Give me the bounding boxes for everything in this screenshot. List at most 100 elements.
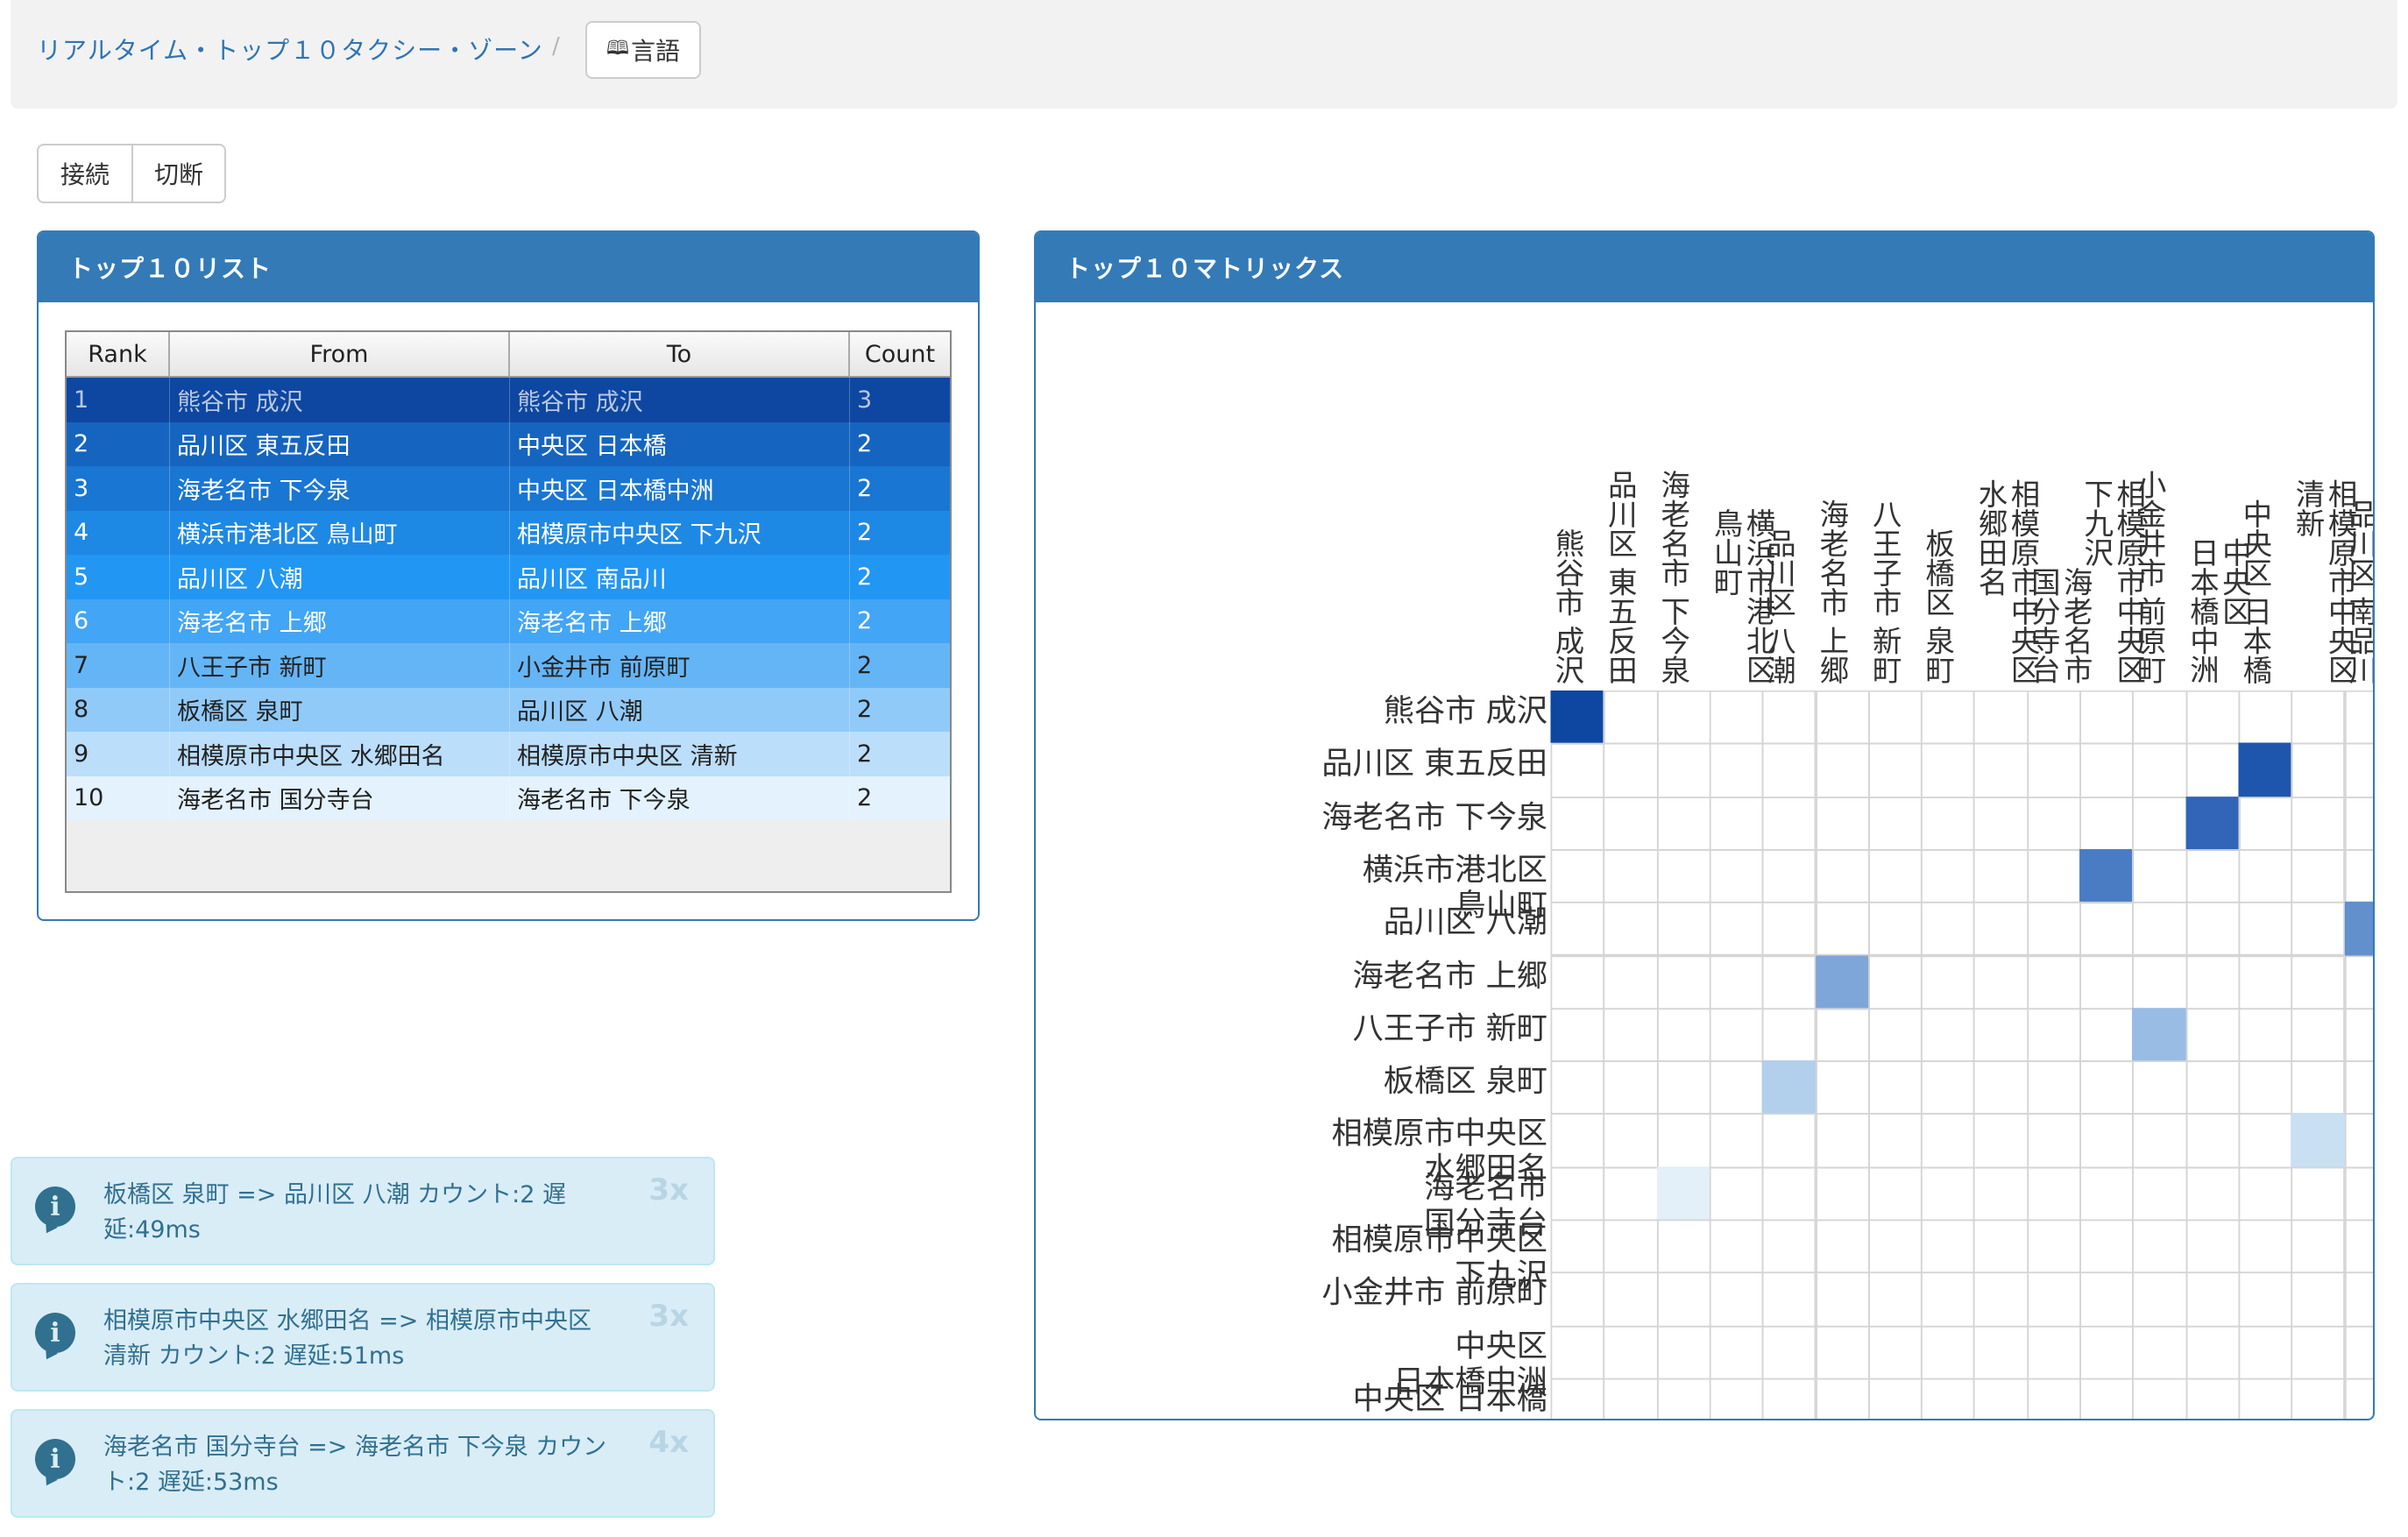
matrix-cell[interactable] [2185, 954, 2241, 1009]
matrix-cell[interactable] [1761, 954, 1817, 1009]
matrix-cell[interactable] [2132, 796, 2187, 851]
table-row[interactable]: 6 海老名市 上郷 海老名市 上郷 2 [67, 599, 950, 643]
matrix-cell[interactable] [2079, 1008, 2135, 1063]
matrix-cell[interactable] [1867, 1219, 1923, 1274]
matrix-cell[interactable] [1603, 1166, 1659, 1222]
matrix-cell-highlighted[interactable] [1815, 954, 1870, 1009]
matrix-cell[interactable] [2185, 1271, 2241, 1327]
matrix-cell[interactable] [1973, 1060, 2029, 1116]
matrix-cell[interactable] [1550, 1060, 1605, 1116]
matrix-cell[interactable] [1603, 690, 1659, 745]
matrix-cell[interactable] [2344, 848, 2373, 904]
matrix-cell[interactable] [1921, 1060, 1976, 1116]
matrix-cell[interactable] [2291, 848, 2346, 904]
matrix-cell-highlighted[interactable] [2185, 796, 2241, 851]
matrix-cell[interactable] [1656, 1271, 1711, 1327]
matrix-cell[interactable] [2132, 1271, 2187, 1327]
matrix-cell[interactable] [1921, 796, 1976, 851]
matrix-cell[interactable] [1815, 1113, 1870, 1168]
matrix-cell[interactable] [1815, 1008, 1870, 1063]
matrix-cell[interactable] [2185, 1008, 2241, 1063]
matrix-cell[interactable] [2291, 1271, 2346, 1327]
matrix-cell[interactable] [2344, 690, 2373, 745]
matrix-cell[interactable] [1709, 1378, 1764, 1419]
matrix-cell[interactable] [1815, 848, 1870, 904]
matrix-cell[interactable] [2026, 1325, 2081, 1380]
matrix-cell[interactable] [2291, 1378, 2346, 1419]
table-row[interactable]: 10 海老名市 国分寺台 海老名市 下今泉 2 [67, 776, 950, 820]
matrix-cell[interactable] [1656, 1008, 1711, 1063]
matrix-cell[interactable] [1867, 690, 1923, 745]
table-row[interactable]: 4 横浜市港北区 鳥山町 相模原市中央区 下九沢 2 [67, 510, 950, 555]
matrix-cell[interactable] [2079, 796, 2135, 851]
matrix-cell[interactable] [1709, 1219, 1764, 1274]
table-row[interactable]: 9 相模原市中央区 水郷田名 相模原市中央区 清新 2 [67, 732, 950, 776]
matrix-cell[interactable] [1921, 1271, 1976, 1327]
matrix-cell[interactable] [2079, 1378, 2135, 1419]
matrix-cell[interactable] [2291, 1166, 2346, 1222]
matrix-cell[interactable] [2132, 1378, 2187, 1419]
matrix-cell[interactable] [1815, 1060, 1870, 1116]
matrix-cell[interactable] [1603, 1219, 1659, 1274]
matrix-cell[interactable] [2079, 1166, 2135, 1222]
matrix-cell[interactable] [1656, 1219, 1711, 1274]
matrix-cell[interactable] [1867, 1113, 1923, 1168]
matrix-cell[interactable] [2026, 796, 2081, 851]
matrix-cell[interactable] [1867, 1060, 1923, 1116]
matrix-cell[interactable] [2185, 1325, 2241, 1380]
matrix-cell[interactable] [1656, 1325, 1711, 1380]
matrix-cell[interactable] [2132, 1113, 2187, 1168]
matrix-cell[interactable] [1550, 796, 1605, 851]
matrix-cell[interactable] [2238, 902, 2293, 957]
matrix-cell[interactable] [2079, 1219, 2135, 1274]
matrix-cell-highlighted[interactable] [1550, 690, 1605, 745]
matrix-cell[interactable] [2291, 743, 2346, 798]
matrix-cell[interactable] [2132, 954, 2187, 1009]
matrix-cell-highlighted[interactable] [1761, 1060, 1817, 1116]
matrix-cell[interactable] [1656, 1113, 1711, 1168]
matrix-cell[interactable] [2238, 1378, 2293, 1419]
matrix-cell[interactable] [1550, 1378, 1605, 1419]
matrix-cell[interactable] [2291, 796, 2346, 851]
matrix-cell[interactable] [2185, 1219, 2241, 1274]
matrix-cell[interactable] [2132, 743, 2187, 798]
matrix-cell[interactable] [1709, 1325, 1764, 1380]
matrix-cell[interactable] [1603, 1060, 1659, 1116]
matrix-cell[interactable] [2291, 1060, 2346, 1116]
matrix-cell[interactable] [2291, 954, 2346, 1009]
matrix-cell[interactable] [1867, 796, 1923, 851]
matrix-cell[interactable] [2185, 743, 2241, 798]
matrix-cell[interactable] [2079, 954, 2135, 1009]
matrix-cell[interactable] [2132, 1166, 2187, 1222]
language-button[interactable]: 🕮 言語 [585, 21, 701, 79]
matrix-cell[interactable] [2026, 954, 2081, 1009]
matrix-cell[interactable] [2344, 743, 2373, 798]
matrix-cell[interactable] [2026, 1271, 2081, 1327]
table-row[interactable]: 2 品川区 東五反田 中央区 日本橋 2 [67, 421, 950, 466]
matrix-cell[interactable] [2079, 1060, 2135, 1116]
matrix-cell[interactable] [2291, 1008, 2346, 1063]
matrix-cell[interactable] [1973, 1113, 2029, 1168]
matrix-cell[interactable] [1973, 954, 2029, 1009]
toast-notification[interactable]: i 海老名市 国分寺台 => 海老名市 下今泉 カウント:2 遅延:53ms 4… [11, 1409, 715, 1518]
table-row[interactable]: 7 八王子市 新町 小金井市 前原町 2 [67, 643, 950, 688]
matrix-cell[interactable] [1603, 743, 1659, 798]
matrix-cell[interactable] [2026, 1166, 2081, 1222]
table-row[interactable]: 5 品川区 八潮 品川区 南品川 2 [67, 555, 950, 599]
matrix-cell[interactable] [2079, 1325, 2135, 1380]
matrix-cell-highlighted[interactable] [2079, 848, 2135, 904]
matrix-cell[interactable] [1921, 1008, 1976, 1063]
matrix-cell[interactable] [2238, 1325, 2293, 1380]
matrix-cell[interactable] [1973, 690, 2029, 745]
matrix-cell[interactable] [1761, 1008, 1817, 1063]
matrix-cell[interactable] [2185, 1060, 2241, 1116]
matrix-cell[interactable] [2132, 902, 2187, 957]
matrix-cell[interactable] [2185, 1113, 2241, 1168]
column-header-rank[interactable]: Rank [67, 332, 170, 376]
matrix-cell[interactable] [1973, 1378, 2029, 1419]
matrix-cell[interactable] [1656, 743, 1711, 798]
matrix-cell[interactable] [1921, 690, 1976, 745]
matrix-cell[interactable] [1761, 902, 1817, 957]
matrix-cell[interactable] [1815, 690, 1870, 745]
matrix-cell-highlighted[interactable] [2344, 902, 2373, 957]
